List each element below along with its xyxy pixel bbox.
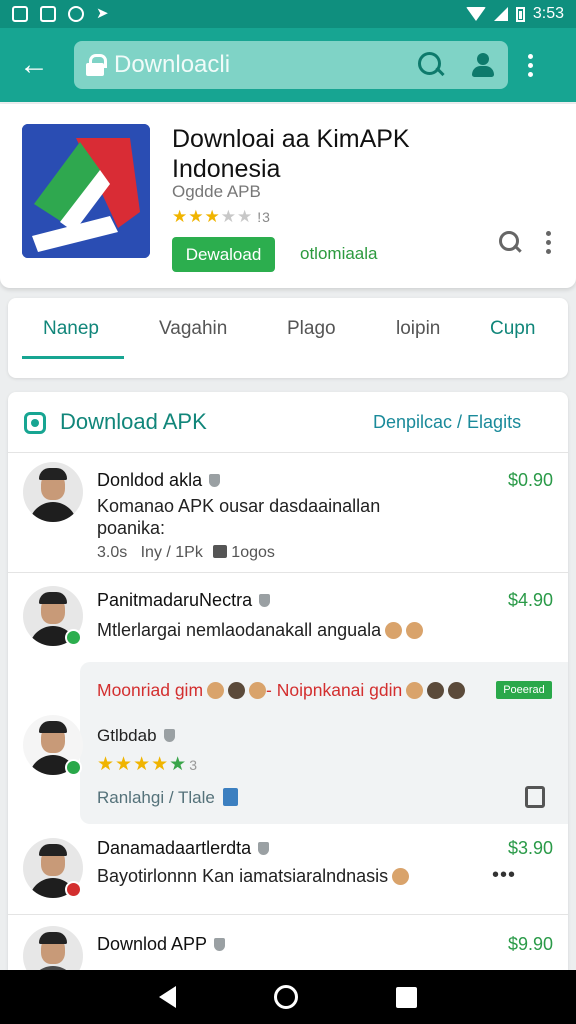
pin-icon [222,788,238,806]
search-input[interactable]: Downloacli [114,51,418,79]
bookmark-icon[interactable] [525,786,545,808]
status-right: 3:53 [465,5,564,23]
download-list: Download APK Denpilcac / Elagits Donldod… [8,392,568,992]
avatar [23,462,83,522]
signal-icon [493,7,508,21]
app-title: Downloai aa KimAPK Indonesia [172,125,410,183]
promo-headline: Moonriad gim - Noipnkanai gdin [97,680,466,701]
promo-rating: ★★★★★ 3 [97,754,198,775]
gallery-icon [12,6,28,22]
promo-badge: Poeerad [496,681,552,699]
lock-icon [86,54,107,76]
tab-indicator [22,356,124,359]
messaging-icon [40,6,56,22]
app-logo-graphic [22,124,150,258]
account-icon[interactable] [470,52,496,78]
promo-name: Gtlbdab [97,726,175,746]
app-card: Downloai aa KimAPK Indonesia Ogdde APB ★… [0,104,576,288]
search-icon[interactable] [418,52,444,78]
shield-icon [163,729,175,742]
secondary-link[interactable]: otlomiaala [300,244,378,264]
tab-cupn[interactable]: Cupn [490,318,535,340]
tabs-bar: Nanep Vagahin Plago loipin Cupn [8,298,568,378]
app-bar: ← Downloacli [0,28,576,102]
tab-loipin[interactable]: loipin [396,318,440,340]
item-meta: 3.0s Iny / 1Pk 1ogos [97,544,275,561]
app-developer[interactable]: Ogdde APB [172,182,261,202]
online-badge [65,629,82,646]
section-link[interactable]: Denpilcac / Elagits [373,412,521,433]
promo-link[interactable]: Ranlahgi / Tlale [97,788,238,808]
location-icon [68,6,84,22]
shield-icon [259,594,271,607]
list-item[interactable]: Donldod akla $0.90 Komanao APK ousar das… [8,452,568,572]
section-title: Download APK [60,409,207,434]
item-name: Danamadaartlerdta [97,838,270,859]
promo-card[interactable]: Moonriad gim - Noipnkanai gdin Poeerad Gt… [80,662,568,824]
more-dots-icon[interactable]: ••• [492,864,516,887]
nav-home-icon[interactable] [274,985,298,1009]
search-box[interactable]: Downloacli [74,41,508,89]
item-name: Donldod akla [97,470,221,491]
install-button[interactable]: Dewaload [172,237,275,272]
more-vert-icon[interactable] [528,53,533,77]
item-name: Downlod APP [97,934,226,955]
navigation-bar [0,970,576,1024]
item-text: Mtlerlargai nemlaodanakall anguala [97,618,424,642]
shield-icon [214,938,226,951]
item-text-line1: Komanao APK ousar dasdaainallan [97,496,381,516]
tab-plago[interactable]: Plago [287,318,336,340]
item-price: $3.90 [507,838,553,858]
verified-badge [65,759,82,776]
download-section-icon [24,412,46,434]
alert-badge [65,881,82,898]
shield-icon [209,474,221,487]
app-logo [22,124,150,258]
battery-icon [515,6,525,22]
send-icon: ➤ [96,5,109,22]
card-search-icon[interactable] [499,231,523,255]
list-item[interactable]: Danamadaartlerdta $3.90 Bayotirlonnn Kan… [8,824,568,914]
wifi-icon [465,7,486,21]
card-more-icon[interactable] [546,231,551,254]
tab-vagahin[interactable]: Vagahin [159,318,227,340]
thumb-up-icon [212,545,227,558]
item-name: PanitmadaruNectra [97,590,271,611]
item-text: Bayotirlonnn Kan iamatsiaralndnasis [97,864,410,888]
status-time: 3:53 [532,5,564,22]
app-rating-count: !3 [257,209,271,225]
item-price: $9.90 [507,934,553,954]
app-rating: ★★★★★ !3 [172,207,271,226]
tab-nanep[interactable]: Nanep [43,318,99,340]
list-item[interactable]: PanitmadaruNectra $4.90 Mtlerlargai neml… [8,572,568,662]
status-bar: ➤ 3:53 [0,0,576,28]
status-left: ➤ [12,6,109,22]
item-price: $0.90 [507,470,553,490]
item-text-line2: poanika: [97,518,166,538]
item-price: $4.90 [507,590,553,610]
back-arrow-icon[interactable]: ← [6,37,62,93]
nav-recents-icon[interactable] [396,986,417,1008]
shield-icon [258,842,270,855]
nav-back-icon[interactable] [159,986,176,1008]
